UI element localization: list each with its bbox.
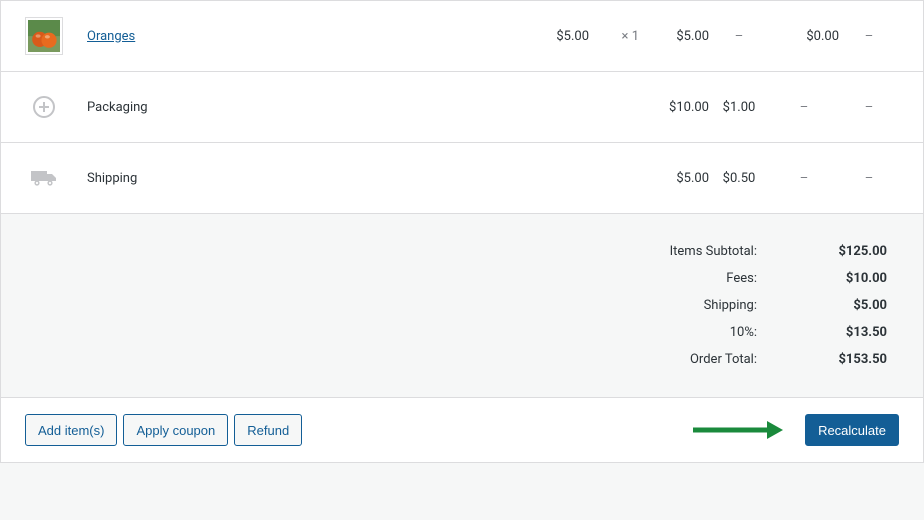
product-name: Oranges [87, 29, 519, 44]
shipping-col2: – [839, 171, 899, 186]
recalculate-button[interactable]: Recalculate [805, 414, 899, 446]
shipping-row: Shipping $5.00 $0.50 – – [1, 143, 923, 213]
fee-name: Packaging [87, 100, 519, 115]
order-items-panel: Oranges $5.00 × 1 $5.00 – $0.00 – Packag… [0, 0, 924, 463]
annotation-arrow [693, 421, 783, 439]
truck-icon [31, 168, 57, 188]
oranges-image [28, 20, 60, 52]
add-fee-icon [25, 88, 63, 126]
shipping-name: Shipping [87, 171, 519, 186]
tax-label: 10%: [730, 325, 757, 340]
item-cost: $5.00 [519, 29, 589, 44]
refund-button[interactable]: Refund [234, 414, 302, 446]
fee-row: Packaging $10.00 $1.00 – – [1, 72, 923, 143]
add-items-button[interactable]: Add item(s) [25, 414, 117, 446]
fees-total-value: $10.00 [757, 271, 887, 286]
arrow-head-icon [767, 421, 783, 439]
order-totals: Items Subtotal: $125.00 Fees: $10.00 Shi… [1, 213, 923, 397]
order-total-row: Order Total: $153.50 [25, 346, 887, 373]
product-thumbnail[interactable] [25, 17, 63, 55]
fee-col2: – [839, 100, 899, 115]
fees-total-row: Fees: $10.00 [25, 265, 887, 292]
item-col2: $0.00 [769, 29, 839, 44]
arrow-line-icon [693, 428, 773, 433]
shipping-total-label: Shipping: [704, 298, 757, 313]
shipping-total-row: Shipping: $5.00 [25, 292, 887, 319]
shipping-col1: – [769, 171, 839, 186]
shipping-icon [25, 159, 63, 197]
product-link[interactable]: Oranges [87, 29, 135, 44]
subtotal-label: Items Subtotal: [670, 244, 757, 259]
tax-row: 10%: $13.50 [25, 319, 887, 346]
fee-total: $10.00 [639, 100, 709, 115]
order-actions: Add item(s) Apply coupon Refund Recalcul… [1, 397, 923, 462]
shipping-tax: $0.50 [709, 171, 769, 186]
item-col3: – [839, 29, 899, 44]
item-col1: – [709, 29, 769, 44]
line-item-row: Oranges $5.00 × 1 $5.00 – $0.00 – [1, 1, 923, 72]
item-total: $5.00 [639, 29, 709, 44]
fee-col1: – [769, 100, 839, 115]
order-total-value: $153.50 [757, 352, 887, 367]
tax-value: $13.50 [757, 325, 887, 340]
subtotal-value: $125.00 [757, 244, 887, 259]
line-items-list: Oranges $5.00 × 1 $5.00 – $0.00 – Packag… [1, 1, 923, 213]
item-qty: × 1 [589, 29, 639, 44]
fee-tax: $1.00 [709, 100, 769, 115]
shipping-total: $5.00 [639, 171, 709, 186]
subtotal-row: Items Subtotal: $125.00 [25, 238, 887, 265]
fees-total-label: Fees: [726, 271, 757, 286]
plus-circle-icon [33, 96, 55, 118]
apply-coupon-button[interactable]: Apply coupon [123, 414, 228, 446]
order-total-label: Order Total: [690, 352, 757, 367]
shipping-total-value: $5.00 [757, 298, 887, 313]
